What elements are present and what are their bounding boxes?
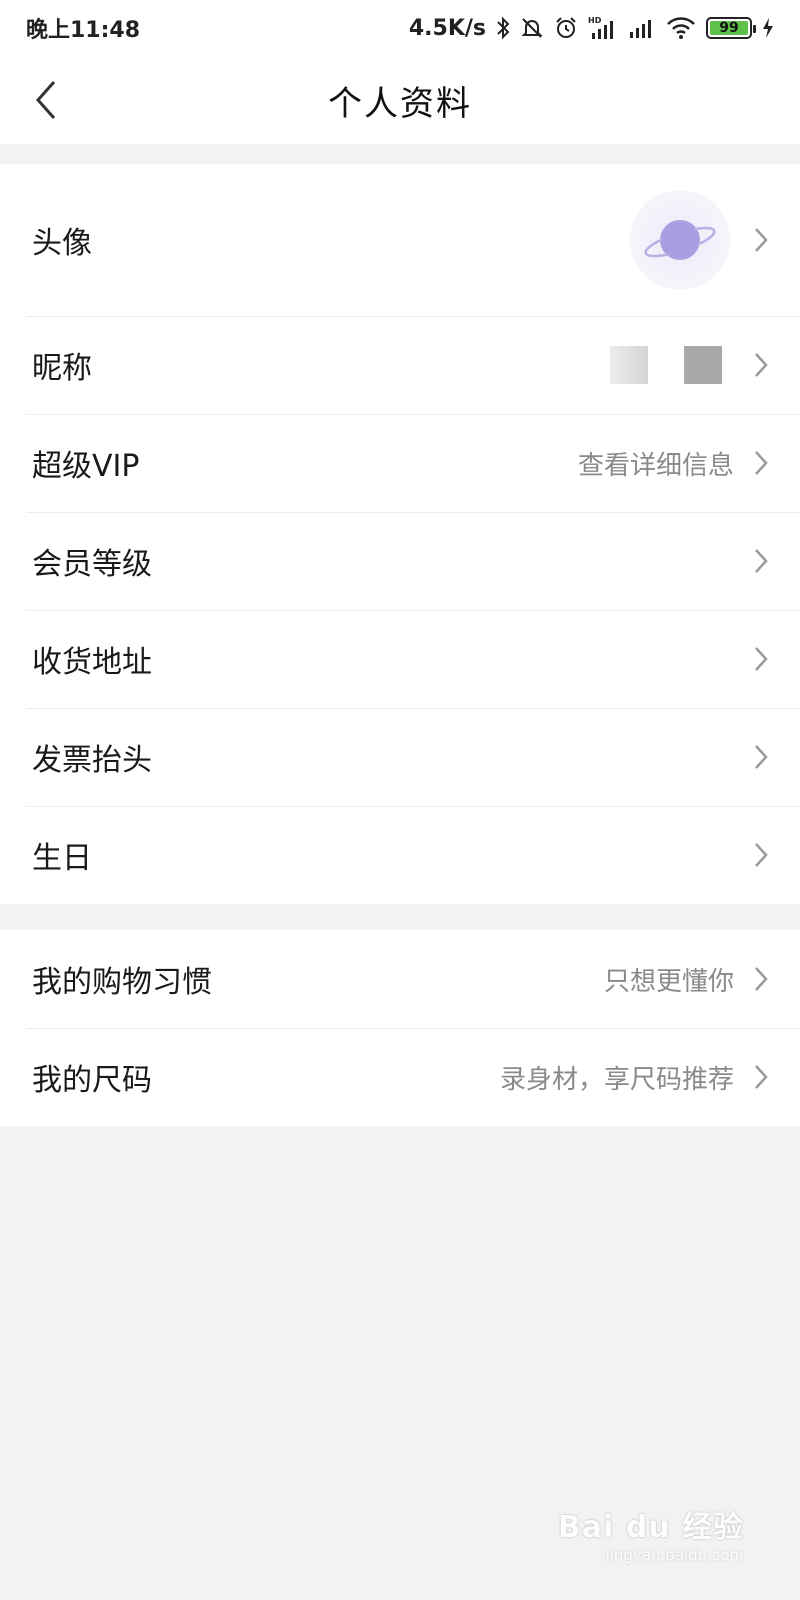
- alarm-icon: [554, 16, 578, 40]
- my-size-row[interactable]: 我的尺码 录身材，享尺码推荐: [0, 1028, 800, 1126]
- avatar[interactable]: [630, 190, 730, 290]
- chevron-right-icon: [752, 965, 770, 993]
- profile-info-section: 头像 昵称 超级VIP 查看详细信息 会员等级 收货地址 发票抬头 生日: [0, 164, 800, 904]
- mute-bell-icon: [520, 16, 544, 40]
- status-bar: 晚上11:48 4.5K/s HD 99: [0, 0, 800, 56]
- battery-level: 99: [710, 20, 748, 36]
- chevron-right-icon: [752, 449, 770, 477]
- member-level-row-label: 会员等级: [32, 547, 152, 582]
- back-button[interactable]: [22, 76, 70, 124]
- page-title: 个人资料: [328, 83, 472, 124]
- signal-icon: [628, 16, 656, 40]
- avatar-row-label: 头像: [32, 226, 92, 261]
- avatar-row[interactable]: 头像: [0, 164, 800, 316]
- shopping-habits-row[interactable]: 我的购物习惯 只想更懂你: [0, 930, 800, 1028]
- chevron-right-icon: [752, 1063, 770, 1091]
- chevron-right-icon: [752, 743, 770, 771]
- watermark-logo: Bai du 经验: [557, 1510, 744, 1545]
- birthday-row-label: 生日: [32, 841, 92, 876]
- invoice-title-row-label: 发票抬头: [32, 743, 152, 778]
- back-arrow-icon: [35, 81, 56, 119]
- battery-icon: 99: [706, 17, 756, 39]
- hd-signal-icon: HD: [588, 15, 618, 41]
- chevron-right-icon: [752, 645, 770, 673]
- shopping-habits-row-value: 只想更懂你: [603, 966, 734, 997]
- invoice-title-row[interactable]: 发票抬头: [0, 708, 800, 806]
- super-vip-row-value: 查看详细信息: [577, 450, 734, 481]
- wifi-icon: [666, 16, 696, 40]
- network-speed: 4.5K/s: [408, 15, 486, 41]
- charging-icon: [762, 17, 774, 39]
- shopping-habits-row-label: 我的购物习惯: [32, 965, 212, 1000]
- nickname-row[interactable]: 昵称: [0, 316, 800, 414]
- watermark-url: jingyan.baidu.com: [605, 1546, 744, 1564]
- redaction-mask: [610, 346, 648, 384]
- status-icons: 4.5K/s HD 99: [409, 15, 774, 41]
- bluetooth-icon: [496, 16, 510, 40]
- birthday-row[interactable]: 生日: [0, 806, 800, 904]
- shipping-address-row[interactable]: 收货地址: [0, 610, 800, 708]
- chevron-right-icon: [752, 226, 770, 254]
- redaction-mask: [684, 346, 722, 384]
- super-vip-row[interactable]: 超级VIP 查看详细信息: [0, 414, 800, 512]
- nav-bar: 个人资料: [0, 56, 800, 144]
- planet-avatar-icon: [644, 220, 716, 260]
- my-size-row-value: 录身材，享尺码推荐: [499, 1064, 734, 1095]
- status-time: 晚上11:48: [26, 18, 141, 43]
- svg-text:HD: HD: [588, 16, 602, 25]
- nickname-redacted: [610, 346, 722, 384]
- preferences-section: 我的购物习惯 只想更懂你 我的尺码 录身材，享尺码推荐: [0, 930, 800, 1126]
- chevron-right-icon: [752, 547, 770, 575]
- member-level-row[interactable]: 会员等级: [0, 512, 800, 610]
- my-size-row-label: 我的尺码: [32, 1063, 152, 1098]
- chevron-right-icon: [752, 351, 770, 379]
- chevron-right-icon: [752, 841, 770, 869]
- super-vip-row-label: 超级VIP: [32, 449, 140, 484]
- nickname-row-label: 昵称: [32, 351, 92, 386]
- watermark: Bai du 经验 jingyan.baidu.com: [558, 1502, 744, 1564]
- shipping-address-row-label: 收货地址: [32, 645, 152, 680]
